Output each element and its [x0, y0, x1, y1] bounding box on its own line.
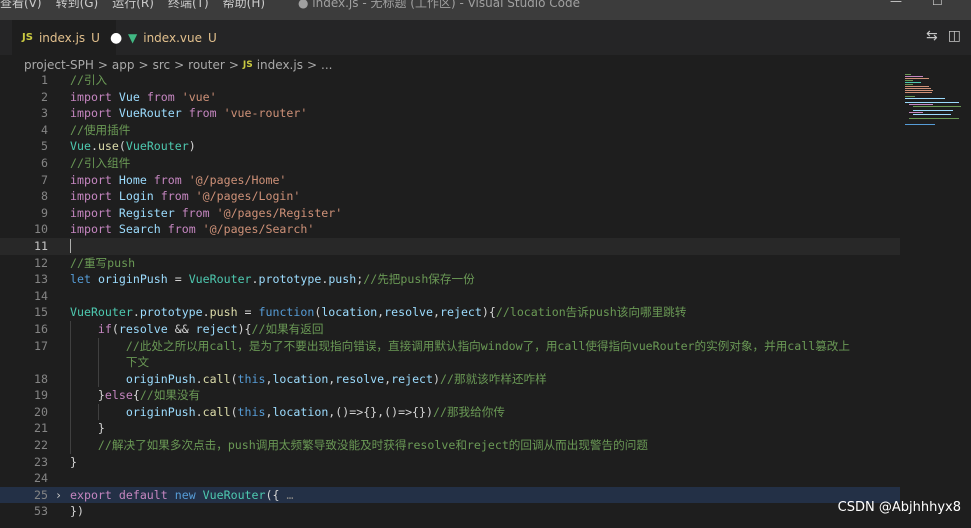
code-line[interactable]: 2 import Vue from 'vue' — [0, 89, 900, 106]
minimize-button[interactable]: — — [890, 0, 902, 8]
line-number: 8 — [41, 189, 48, 204]
menu-help[interactable]: 帮助(H) — [223, 0, 265, 10]
watermark: CSDN @Abjhhhyx8 — [837, 500, 961, 515]
code-line[interactable]: 19 }else{//如果没有 — [0, 387, 900, 404]
line-number: 2 — [41, 89, 48, 104]
code-line[interactable]: 13 let originPush = VueRouter.prototype.p… — [0, 271, 900, 288]
menu-bar: 查看(V) 转到(G) 运行(R) 终端(T) 帮助(H) — [0, 0, 279, 11]
title-bar: 查看(V) 转到(G) 运行(R) 终端(T) 帮助(H) ● index.js - 无… — [0, 0, 971, 20]
code-line[interactable]: 3 import VueRouter from 'vue-router' — [0, 105, 900, 122]
split-editor-icon[interactable]: ◫ — [948, 28, 961, 44]
code-line[interactable]: 5 Vue.use(VueRouter) — [0, 138, 900, 155]
code-line[interactable]: 24 — [0, 470, 900, 487]
breadcrumb-separator: > — [138, 58, 149, 72]
tab-index-js[interactable]: JS index.js U ● — [12, 20, 122, 55]
code-line[interactable]: 22 //解决了如果多次点击，push调用太频繁导致没能及时获得resolve和… — [0, 437, 900, 454]
line-number: 11 — [34, 238, 48, 253]
line-number: 10 — [34, 222, 48, 237]
line-number: 15 — [34, 305, 48, 320]
line-number: 7 — [41, 172, 48, 187]
code-line[interactable]: 6//引入组件 — [0, 155, 900, 172]
js-file-icon: JS — [22, 32, 33, 43]
minimap[interactable] — [903, 72, 963, 132]
line-number: 4 — [41, 122, 48, 137]
menu-run[interactable]: 运行(R) — [112, 0, 154, 10]
code-line[interactable]: 8 import Login from '@/pages/Login' — [0, 188, 900, 205]
tab-bar: JS index.js U ● ▼ index.vue U — [0, 20, 971, 55]
untracked-badge: U — [207, 30, 217, 45]
line-number: 53 — [34, 504, 48, 519]
line-number: 23 — [34, 454, 48, 469]
tab-index-vue[interactable]: ▼ index.vue U — [118, 20, 226, 55]
code-line[interactable]: 1//引入 — [0, 72, 900, 89]
code-line[interactable]: 4//使用插件 — [0, 122, 900, 139]
code-line[interactable]: 15 VueRouter.prototype.push = function(lo… — [0, 304, 900, 321]
line-number: 25 — [34, 487, 48, 502]
code-line[interactable]: 10 import Search from '@/pages/Search' — [0, 221, 900, 238]
code-line[interactable]: 14 — [0, 288, 900, 305]
line-number: 9 — [41, 205, 48, 220]
line-number: 19 — [34, 388, 48, 403]
menu-terminal[interactable]: 终端(T) — [168, 0, 209, 10]
code-line-wrapped[interactable]: 下文 — [0, 354, 900, 371]
code-line[interactable]: 9 import Register from '@/pages/Register' — [0, 205, 900, 222]
maximize-button[interactable]: ☐ — [932, 0, 943, 8]
menu-view[interactable]: 查看(V) — [0, 0, 42, 10]
line-number: 12 — [34, 255, 48, 270]
breadcrumb-item[interactable]: app — [112, 58, 135, 72]
breadcrumb-separator: > — [228, 58, 239, 72]
tab-label: index.js — [38, 30, 86, 45]
breadcrumb-item[interactable]: index.js — [257, 58, 303, 72]
line-number: 21 — [34, 421, 48, 436]
line-number: 5 — [41, 139, 48, 154]
code-line[interactable]: 7 import Home from '@/pages/Home' — [0, 172, 900, 189]
code-line[interactable]: 21 } — [0, 420, 900, 438]
code-line[interactable]: 16 if(resolve && reject){//如果有返回 — [0, 320, 900, 338]
code-line[interactable]: 23} — [0, 454, 900, 471]
untracked-badge: U — [91, 30, 100, 45]
code-line[interactable]: 12//重写push — [0, 255, 900, 272]
breadcrumb-item[interactable]: ... — [321, 58, 332, 72]
line-number: 18 — [34, 371, 48, 386]
line-number: 17 — [34, 338, 48, 353]
editor-actions: ⇆ ◫ — [926, 28, 961, 44]
line-number: 3 — [41, 106, 48, 121]
breadcrumb-item[interactable]: project-SPH — [24, 58, 94, 72]
code-line[interactable]: 18 originPush.call(this,location,resolve… — [0, 370, 900, 388]
fold-chevron-icon[interactable]: › — [55, 487, 62, 504]
code-line-current[interactable]: 11 — [0, 237, 900, 255]
line-number: 22 — [34, 438, 48, 453]
text-cursor — [70, 239, 71, 254]
tab-label: index.vue — [143, 30, 202, 45]
line-number: 16 — [34, 321, 48, 336]
code-line[interactable]: 53}) — [0, 503, 900, 520]
menu-go[interactable]: 转到(G) — [56, 0, 99, 10]
line-number: 6 — [41, 155, 48, 170]
code-line-folded[interactable]: 25 › export default new VueRouter({ … — [0, 486, 900, 504]
line-number: 1 — [41, 73, 48, 87]
breadcrumb-item[interactable]: src — [153, 58, 171, 72]
breadcrumb-separator: > — [306, 58, 318, 72]
code-line[interactable]: 20 originPush.call(this,location,()=>{},… — [0, 403, 900, 421]
code-editor[interactable]: 1//引入 2 import Vue from 'vue' 3 import Vue… — [0, 72, 900, 528]
line-number: 24 — [34, 471, 48, 486]
code-line[interactable]: 17 //此处之所以用call，是为了不要出现指向错误，直接调用默认指向wind… — [0, 337, 900, 355]
js-file-icon: JS — [242, 60, 253, 70]
vue-file-icon: ▼ — [128, 30, 138, 45]
line-number: 14 — [34, 288, 48, 303]
compare-changes-icon[interactable]: ⇆ — [926, 28, 938, 44]
breadcrumb-separator: > — [97, 58, 108, 72]
breadcrumb-item[interactable]: router — [188, 58, 225, 72]
line-number: 20 — [34, 404, 48, 419]
line-number: 13 — [34, 272, 48, 287]
breadcrumb-separator: > — [174, 58, 185, 72]
window-title: ● index.js - 无标题 (工作区) - Visual Studio C… — [298, 0, 581, 10]
